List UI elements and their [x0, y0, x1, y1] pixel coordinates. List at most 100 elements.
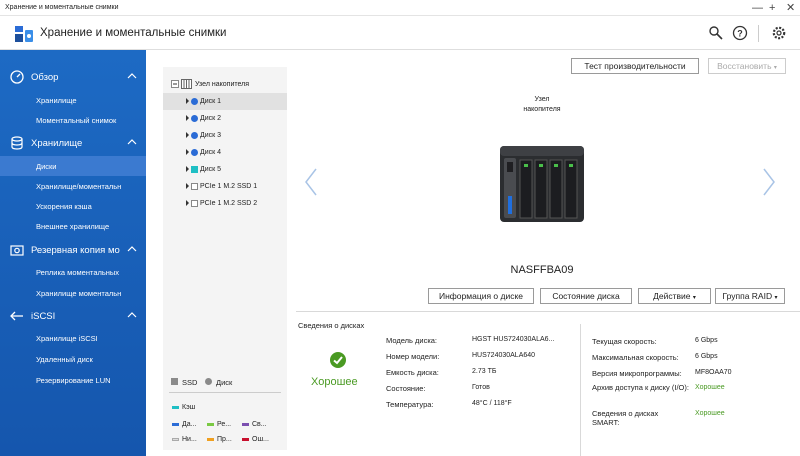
window-titlebar: Хранение и моментальные снимки — + ✕ — [0, 0, 800, 16]
spare-legend-swatch — [207, 423, 214, 426]
action-dropdown[interactable]: Действие ▾ — [638, 288, 711, 304]
disk-info-button[interactable]: Информация о диске — [428, 288, 534, 304]
capacity-label: Емкость диска: — [386, 368, 439, 377]
model-number-value: HUS724030ALA640 — [472, 352, 536, 359]
gear-icon[interactable] — [771, 25, 787, 41]
data-legend-swatch — [172, 423, 179, 426]
sidebar-item-label: Реплика моментальных — [36, 268, 120, 277]
sidebar-item-label: Внешнее хранилище — [36, 222, 110, 231]
tree-root-label: Узел накопителя — [195, 81, 250, 88]
tree-item-disk-2[interactable]: Диск 2 — [163, 110, 287, 127]
error-legend-swatch — [242, 438, 249, 441]
sidebar-item-label: Ускорения кэша — [36, 202, 92, 211]
nas-enclosure-icon — [181, 79, 192, 89]
tree-item-label: Диск 1 — [200, 98, 222, 105]
state-label: Состояние: — [386, 384, 426, 393]
maximize-button[interactable]: + — [769, 1, 775, 15]
page-title: Хранение и моментальные снимки — [40, 27, 227, 39]
tree-item-label: PCIe 1 M.2 SSD 2 — [200, 200, 258, 207]
sidebar-item-snapshot[interactable]: Моментальный снимок — [0, 110, 146, 130]
device-label: Узел накопителя — [518, 95, 566, 115]
caret-down-icon: ▾ — [773, 65, 777, 71]
expand-arrow-icon[interactable] — [186, 200, 189, 206]
sidebar-item-disks[interactable]: Диски — [0, 156, 146, 176]
dashboard-icon — [10, 70, 24, 84]
caret-down-icon: ▾ — [774, 295, 778, 301]
sidebar-item-lun-backup[interactable]: Резервирование LUN — [0, 370, 146, 390]
tree-item-disk-3[interactable]: Диск 3 — [163, 127, 287, 144]
sidebar-item-remote-disk[interactable]: Удаленный диск — [0, 349, 146, 369]
max-speed-value: 6 Gbps — [695, 353, 718, 360]
sidebar-item-external-storage[interactable]: Внешнее хранилище — [0, 216, 146, 236]
sidebar-item-iscsi-storage[interactable]: Хранилище iSCSI — [0, 328, 146, 348]
sidebar-section-label: iSCSI — [31, 311, 56, 322]
sidebar-item-snapshot-replica[interactable]: Реплика моментальных — [0, 262, 146, 282]
sidebar-item-storage-snapshots[interactable]: Хранилище/моментальн — [0, 176, 146, 196]
sidebar-item-snapshot-vault[interactable]: Хранилище моментальн — [0, 283, 146, 303]
tree-item-m2-ssd-2[interactable]: PCIe 1 M.2 SSD 2 — [163, 195, 287, 212]
tree-item-disk-1[interactable]: Диск 1 — [163, 93, 287, 110]
disk-legend-label: Диск — [216, 378, 233, 387]
legend-divider — [169, 392, 281, 393]
tree-item-disk-5[interactable]: Диск 5 — [163, 161, 287, 178]
action-label: Действие — [653, 291, 691, 301]
sidebar-section-snapshot-backup[interactable]: Резервная копия мо — [0, 239, 146, 261]
sidebar-item-storage[interactable]: Хранилище — [0, 90, 146, 110]
current-speed-label: Текущая скорость: — [592, 337, 657, 346]
disk-io-value[interactable]: Хорошее — [695, 384, 725, 391]
disk-icon — [191, 132, 198, 139]
search-settings-icon[interactable] — [708, 25, 724, 41]
previous-arrow-icon[interactable] — [304, 167, 318, 197]
performance-test-button[interactable]: Тест производительности — [571, 58, 699, 74]
ssd-cache-icon — [191, 166, 198, 173]
section-divider — [296, 311, 800, 312]
sidebar-item-label: Хранилище моментальн — [36, 289, 122, 298]
expand-arrow-icon[interactable] — [186, 115, 189, 121]
empty-slot-icon — [191, 200, 198, 207]
svg-text:?: ? — [737, 29, 743, 39]
free-legend-label: Св... — [252, 421, 267, 428]
raid-group-dropdown[interactable]: Группа RAID ▾ — [715, 288, 785, 304]
cache-legend-swatch — [172, 406, 179, 409]
sidebar-section-iscsi[interactable]: iSCSI — [0, 305, 146, 327]
firmware-label: Версия микропрограммы: — [592, 369, 682, 378]
expand-arrow-icon[interactable] — [186, 132, 189, 138]
minimize-button[interactable]: — — [752, 1, 763, 15]
sidebar-item-cache-acceleration[interactable]: Ускорения кэша — [0, 196, 146, 216]
disk-icon — [191, 115, 198, 122]
firmware-value: MF8OAA70 — [695, 369, 732, 376]
cache-legend-label: Кэш — [182, 404, 196, 411]
warning-legend-swatch — [207, 438, 214, 441]
tree-item-label: Диск 5 — [200, 166, 222, 173]
device-label-line2: накопителя — [523, 106, 561, 113]
window-title: Хранение и моментальные снимки — [5, 4, 119, 11]
expand-arrow-icon[interactable] — [186, 166, 189, 172]
empty-slot-icon — [191, 183, 198, 190]
sidebar-section-storage[interactable]: Хранилище — [0, 132, 146, 154]
temperature-label: Температура: — [386, 400, 434, 409]
tree-item-m2-ssd-1[interactable]: PCIe 1 M.2 SSD 1 — [163, 178, 287, 195]
disk-icon — [191, 149, 198, 156]
smart-value[interactable]: Хорошее — [695, 410, 725, 417]
tree-item-disk-4[interactable]: Диск 4 — [163, 144, 287, 161]
expand-arrow-icon[interactable] — [186, 183, 189, 189]
collapse-icon[interactable] — [171, 80, 179, 88]
tree-item-label: Диск 3 — [200, 132, 222, 139]
tree-root[interactable]: Узел накопителя — [163, 76, 287, 93]
expand-arrow-icon[interactable] — [186, 149, 189, 155]
sidebar-section-overview[interactable]: Обзор — [0, 66, 146, 88]
next-arrow-icon[interactable] — [762, 167, 776, 197]
disk-legend-swatch — [205, 378, 212, 385]
chevron-up-icon — [127, 139, 137, 145]
sidebar-item-label: Диски — [36, 162, 57, 171]
backup-icon — [10, 245, 24, 256]
sidebar-item-label: Хранилище — [36, 96, 77, 105]
help-icon[interactable]: ? — [732, 25, 748, 41]
restore-label: Восстановить — [717, 61, 772, 71]
sidebar-section-label: Обзор — [31, 72, 59, 83]
restore-dropdown[interactable]: Восстановить ▾ — [708, 58, 786, 74]
disk-status-button[interactable]: Состояние диска — [540, 288, 632, 304]
close-button[interactable]: ✕ — [786, 1, 795, 15]
none-legend-label: Ни... — [182, 436, 197, 443]
expand-arrow-icon[interactable] — [186, 98, 189, 104]
